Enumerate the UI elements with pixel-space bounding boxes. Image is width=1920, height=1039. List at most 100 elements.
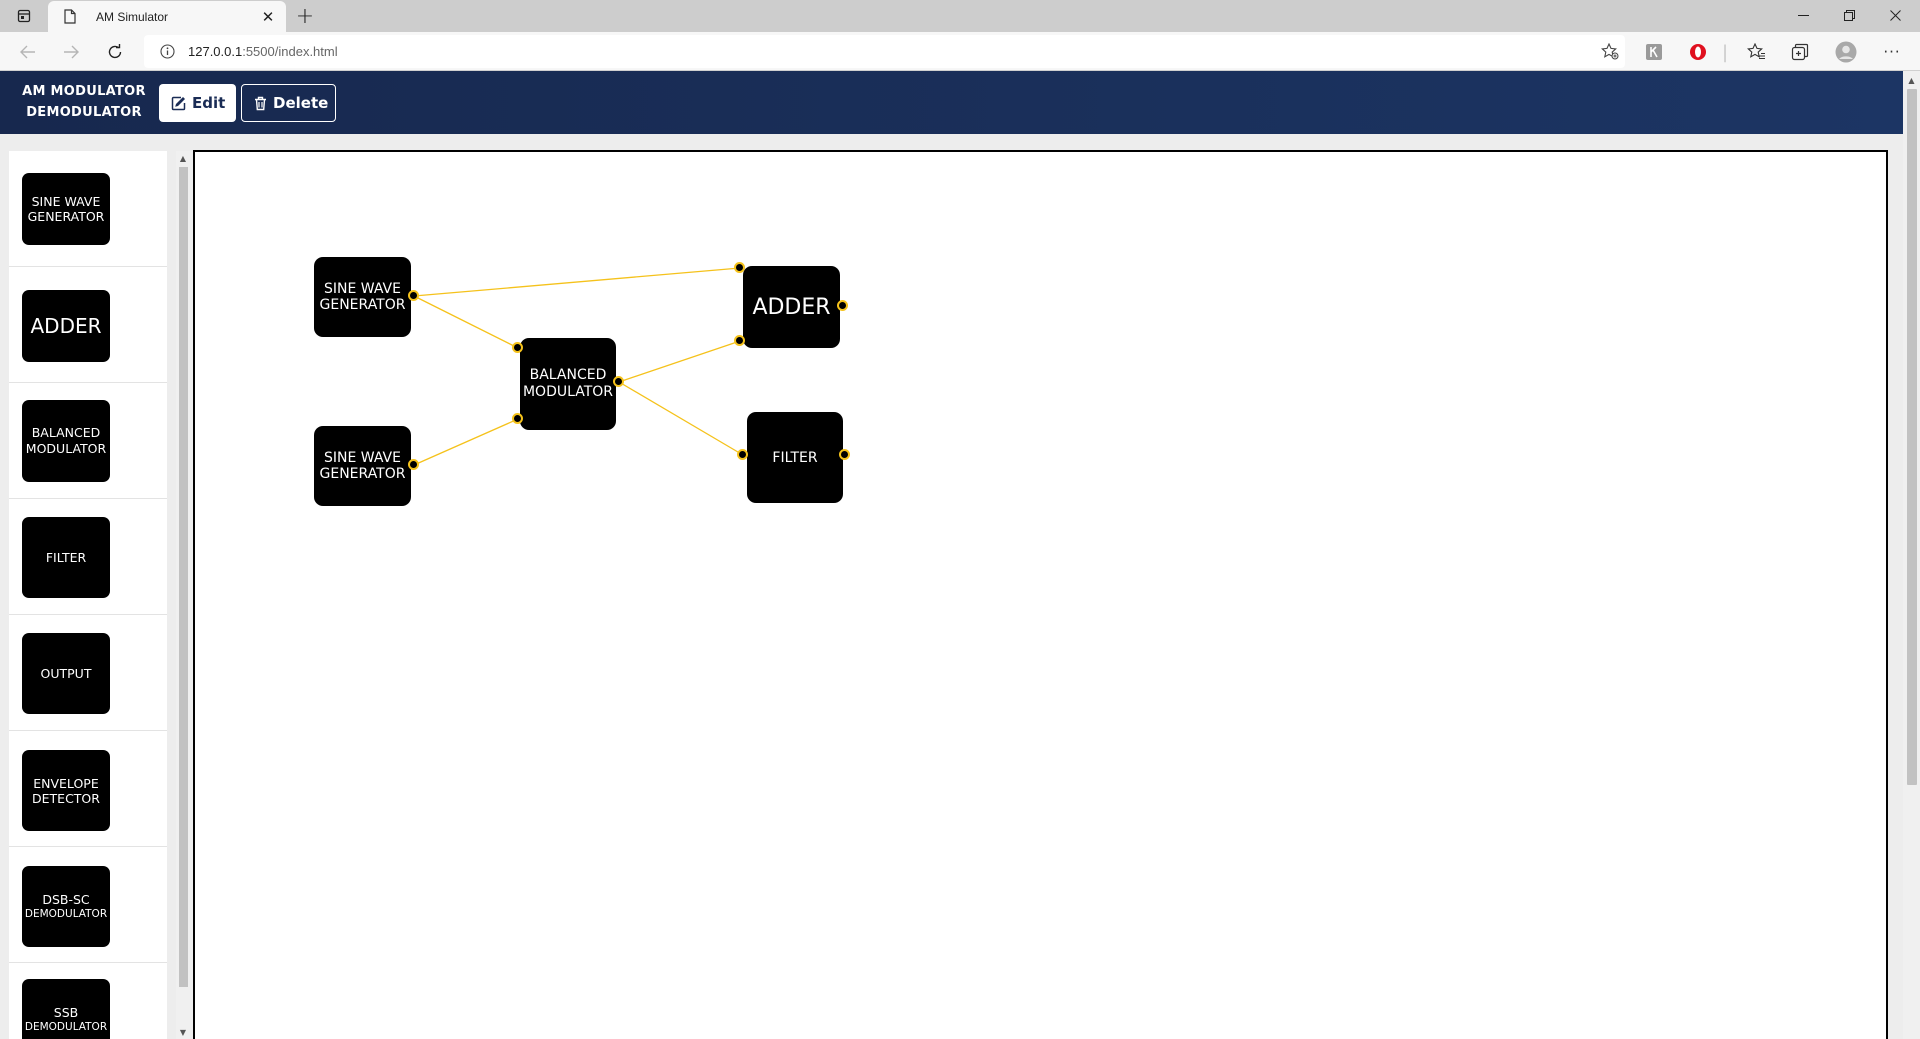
favorites-icon[interactable] — [1742, 39, 1770, 65]
port-sine1-out[interactable] — [408, 290, 419, 301]
port-balmod-in1[interactable] — [512, 342, 523, 353]
palette-label-line1: BALANCED — [31, 425, 101, 440]
new-tab-button[interactable]: + — [292, 4, 318, 29]
port-filter-in[interactable] — [737, 449, 748, 460]
window-close-icon[interactable] — [1872, 0, 1918, 30]
opera-icon[interactable] — [1684, 39, 1712, 65]
palette-item-adder: ADDER — [9, 267, 167, 383]
component-palette: SINE WAVE GENERATOR ADDER BALANCED MODULAT… — [9, 151, 167, 1039]
site-info-icon[interactable] — [158, 43, 176, 61]
palette-label-line2: DEMODULATOR — [24, 907, 108, 920]
node-label-line1: BALANCED — [529, 367, 607, 383]
palette-block-adder[interactable]: ADDER — [22, 290, 110, 362]
palette-label-line2: MODULATOR — [25, 441, 107, 456]
reload-icon[interactable] — [100, 37, 130, 67]
page-icon — [62, 9, 78, 25]
delete-button[interactable]: Delete — [241, 84, 336, 122]
page-scroll-thumb[interactable] — [1907, 89, 1917, 785]
port-adder-out[interactable] — [837, 300, 848, 311]
extension-icon[interactable] — [1640, 39, 1668, 65]
wire-sine1-to-adder[interactable] — [413, 267, 741, 297]
url-host: 127.0.0.1 — [188, 44, 243, 59]
diagram-canvas[interactable]: SINE WAVE GENERATOR SINE WAVE GENERATOR BA… — [193, 150, 1888, 1039]
profile-icon[interactable] — [1832, 39, 1860, 65]
tab-close-icon[interactable]: ✕ — [254, 5, 282, 29]
palette-label-line1: SINE WAVE — [31, 194, 101, 209]
url-path: :5500/index.html — [242, 44, 338, 59]
node-sine-wave-generator-1[interactable]: SINE WAVE GENERATOR — [314, 257, 411, 337]
brand-line2: DEMODULATOR — [26, 105, 142, 120]
palette-label-line1: OUTPUT — [40, 666, 92, 681]
app-brand: AM MODULATOR DEMODULATOR — [22, 81, 146, 123]
palette-block-dsb-sc-demodulator[interactable]: DSB-SC DEMODULATOR — [22, 866, 110, 947]
delete-label: Delete — [273, 94, 329, 112]
palette-item-output: OUTPUT — [9, 615, 167, 731]
palette-block-sine-wave-generator[interactable]: SINE WAVE GENERATOR — [22, 173, 110, 245]
collections-icon[interactable] — [1786, 39, 1814, 65]
palette-label-line1: ADDER — [30, 314, 102, 338]
node-label-line2: GENERATOR — [319, 466, 406, 482]
palette-label-line2: DETECTOR — [32, 790, 100, 806]
palette-item-balanced-modulator: BALANCED MODULATOR — [9, 383, 167, 499]
palette-block-filter[interactable]: FILTER — [22, 517, 110, 598]
palette-item-ssb-demodulator: SSB DEMODULATOR — [9, 963, 167, 1039]
node-sine-wave-generator-2[interactable]: SINE WAVE GENERATOR — [314, 426, 411, 506]
wire-sine1-to-balmod[interactable] — [413, 295, 519, 349]
trash-icon — [254, 96, 267, 111]
palette-block-ssb-demodulator[interactable]: SSB DEMODULATOR — [22, 979, 110, 1039]
favorite-add-icon[interactable] — [1595, 43, 1625, 60]
toolbar-divider: | — [1721, 41, 1729, 63]
wires-layer — [413, 267, 744, 466]
address-bar: 127.0.0.1:5500/index.html | ··· — [0, 32, 1920, 71]
browser-tab[interactable]: AM Simulator ✕ — [48, 1, 286, 32]
tab-actions-icon[interactable] — [10, 5, 38, 27]
edit-icon — [171, 96, 186, 111]
palette-block-envelope-detector[interactable]: ENVELOPE DETECTOR — [22, 750, 110, 831]
page-scroll-up-icon[interactable]: ▲ — [1903, 73, 1920, 87]
palette-label-line2: GENERATOR — [27, 209, 105, 224]
port-filter-out[interactable] — [839, 449, 850, 460]
node-label-line2: MODULATOR — [522, 384, 614, 400]
palette-item-filter: FILTER — [9, 499, 167, 615]
wire-balmod-to-filter[interactable] — [618, 381, 744, 456]
url-field[interactable]: 127.0.0.1:5500/index.html — [144, 35, 1625, 68]
more-icon[interactable]: ··· — [1878, 39, 1906, 65]
palette-item-envelope-detector: ENVELOPE DETECTOR — [9, 731, 167, 847]
palette-label-line1: SSB — [53, 1004, 79, 1020]
palette-block-output[interactable]: OUTPUT — [22, 633, 110, 714]
palette-item-sine-wave-generator: SINE WAVE GENERATOR — [9, 151, 167, 267]
palette-label-line1: ENVELOPE — [33, 775, 99, 791]
brand-line1: AM MODULATOR — [22, 84, 146, 99]
page-scrollbar[interactable]: ▲ — [1903, 71, 1920, 1039]
minimize-icon[interactable] — [1780, 0, 1826, 30]
back-icon[interactable] — [13, 37, 43, 67]
restore-icon[interactable] — [1826, 0, 1872, 30]
edit-label: Edit — [192, 94, 226, 112]
palette-label-line2: DEMODULATOR — [24, 1020, 108, 1033]
port-adder-in2[interactable] — [734, 335, 745, 346]
palette-scroll-thumb[interactable] — [179, 167, 188, 987]
wire-balmod-to-adder[interactable] — [618, 340, 741, 383]
palette-item-dsb-sc-demodulator: DSB-SC DEMODULATOR — [9, 847, 167, 963]
node-label-line1: ADDER — [752, 294, 831, 320]
port-balmod-out[interactable] — [613, 376, 624, 387]
url-text: 127.0.0.1:5500/index.html — [188, 44, 1595, 59]
node-balanced-modulator[interactable]: BALANCED MODULATOR — [520, 338, 616, 430]
palette-block-balanced-modulator[interactable]: BALANCED MODULATOR — [22, 400, 110, 482]
node-filter[interactable]: FILTER — [747, 412, 843, 503]
scroll-up-icon[interactable]: ▲ — [176, 151, 190, 165]
port-adder-in1[interactable] — [734, 262, 745, 273]
node-label-line1: SINE WAVE — [324, 281, 401, 297]
node-adder[interactable]: ADDER — [743, 266, 840, 348]
edit-button[interactable]: Edit — [159, 84, 236, 122]
scroll-down-icon[interactable]: ▼ — [176, 1025, 190, 1039]
tab-title: AM Simulator — [96, 9, 169, 24]
port-balmod-in2[interactable] — [512, 413, 523, 424]
node-label-line1: SINE WAVE — [324, 450, 401, 466]
node-label-line1: FILTER — [772, 449, 818, 466]
palette-label-line1: DSB-SC — [42, 891, 90, 907]
palette-scrollbar[interactable]: ▲ ▼ — [176, 151, 190, 1039]
forward-icon[interactable] — [56, 37, 86, 67]
port-sine2-out[interactable] — [408, 459, 419, 470]
wire-sine2-to-balmod[interactable] — [413, 418, 519, 466]
